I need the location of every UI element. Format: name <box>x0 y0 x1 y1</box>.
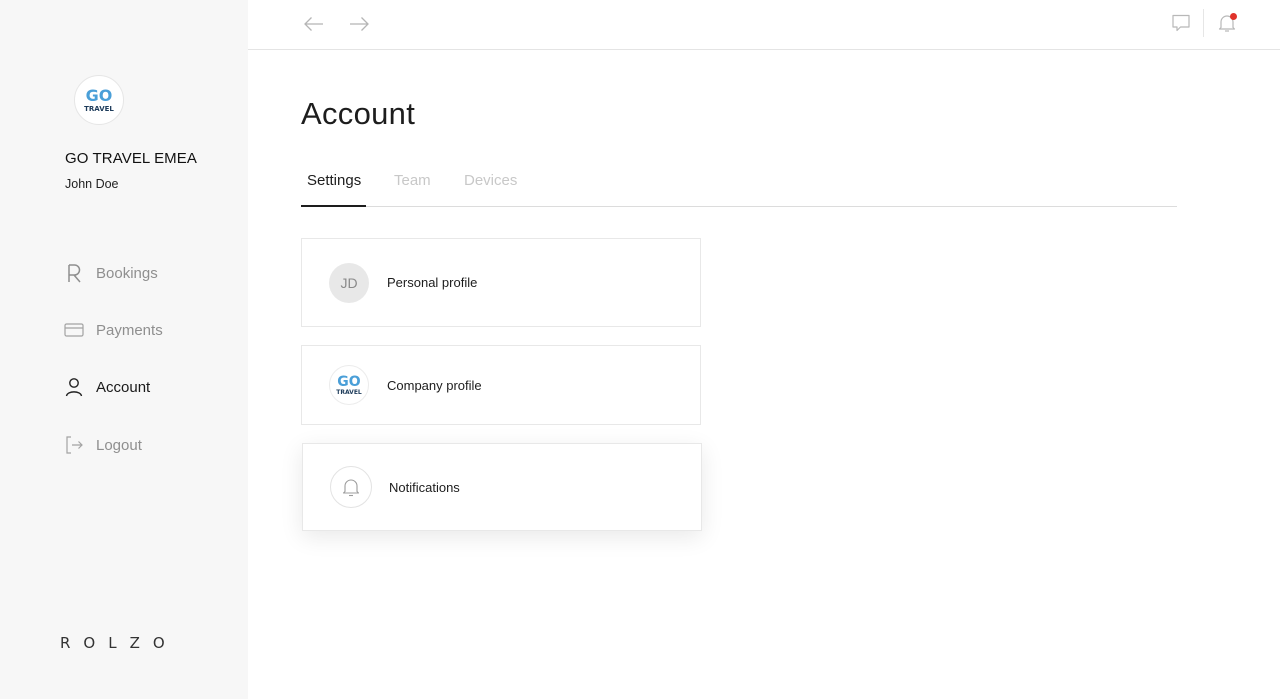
chat-icon <box>1172 14 1190 32</box>
sidebar-item-label: Logout <box>96 436 142 454</box>
tab-bar: Settings Team Devices <box>301 166 1177 207</box>
company-profile-card[interactable]: GO TRAVEL Company profile <box>301 345 701 425</box>
credit-card-icon <box>64 320 84 340</box>
page-title: Account <box>301 96 416 131</box>
topbar-divider <box>1203 9 1204 37</box>
logout-icon <box>64 435 84 455</box>
arrow-left-icon <box>304 17 323 31</box>
card-label: Notifications <box>389 479 460 495</box>
bell-icon <box>342 479 360 497</box>
svg-text:TRAVEL: TRAVEL <box>84 105 114 113</box>
company-logo-avatar: GO TRAVEL <box>329 365 369 405</box>
notification-badge <box>1230 13 1237 20</box>
card-label: Personal profile <box>387 275 478 290</box>
company-name: GO TRAVEL EMEA <box>65 150 197 167</box>
sidebar-item-label: Payments <box>96 321 163 339</box>
sidebar: GO TRAVEL GO TRAVEL EMEA John Doe Bookin… <box>0 0 248 699</box>
user-name: John Doe <box>65 177 119 191</box>
company-logo: GO TRAVEL <box>74 75 124 125</box>
active-tab-indicator <box>301 205 366 207</box>
go-travel-logo-icon: GO TRAVEL <box>336 374 362 396</box>
arrow-right-icon <box>350 17 369 31</box>
go-travel-logo-icon: GO TRAVEL <box>84 86 114 113</box>
sidebar-item-bookings[interactable]: Bookings <box>64 260 158 286</box>
user-icon <box>64 377 84 397</box>
svg-text:TRAVEL: TRAVEL <box>336 389 362 396</box>
svg-text:GO: GO <box>86 86 113 105</box>
svg-text:GO: GO <box>337 374 360 390</box>
sidebar-item-logout[interactable]: Logout <box>64 432 142 458</box>
back-button[interactable] <box>301 11 327 37</box>
chat-button[interactable] <box>1169 11 1193 35</box>
avatar: JD <box>329 262 369 303</box>
sidebar-item-label: Account <box>96 378 151 396</box>
bookings-r-icon <box>64 263 84 283</box>
brand-logo: ROLZO <box>60 634 178 652</box>
notifications-card[interactable]: Notifications <box>302 443 702 531</box>
notifications-button[interactable] <box>1214 10 1240 36</box>
personal-profile-card[interactable]: JD Personal profile <box>301 238 701 327</box>
sidebar-item-label: Bookings <box>96 264 158 282</box>
notifications-avatar <box>330 466 372 508</box>
sidebar-item-payments[interactable]: Payments <box>64 317 163 343</box>
top-bar <box>248 0 1280 50</box>
tab-devices[interactable]: Devices <box>464 172 517 189</box>
forward-button[interactable] <box>346 11 372 37</box>
card-label: Company profile <box>387 377 482 393</box>
sidebar-item-account[interactable]: Account <box>64 374 150 400</box>
tab-settings[interactable]: Settings <box>307 172 361 189</box>
tab-team[interactable]: Team <box>394 172 431 189</box>
